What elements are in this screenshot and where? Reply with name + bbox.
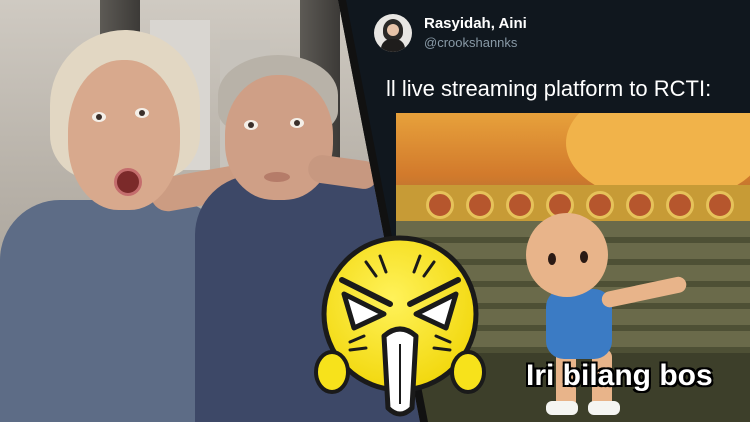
- tweet-display-name: Rasyidah, Aini: [424, 15, 527, 32]
- collage-image: Rasyidah, Aini @crookshannks ll live str…: [0, 0, 750, 422]
- avatar: [374, 14, 412, 52]
- tweet-text: ll live streaming platform to RCTI:: [386, 76, 712, 101]
- meme-caption: Iri bilang bos: [526, 359, 713, 392]
- tweet-handle: @crookshannks: [424, 35, 518, 50]
- angry-emoji-icon: [314, 235, 486, 417]
